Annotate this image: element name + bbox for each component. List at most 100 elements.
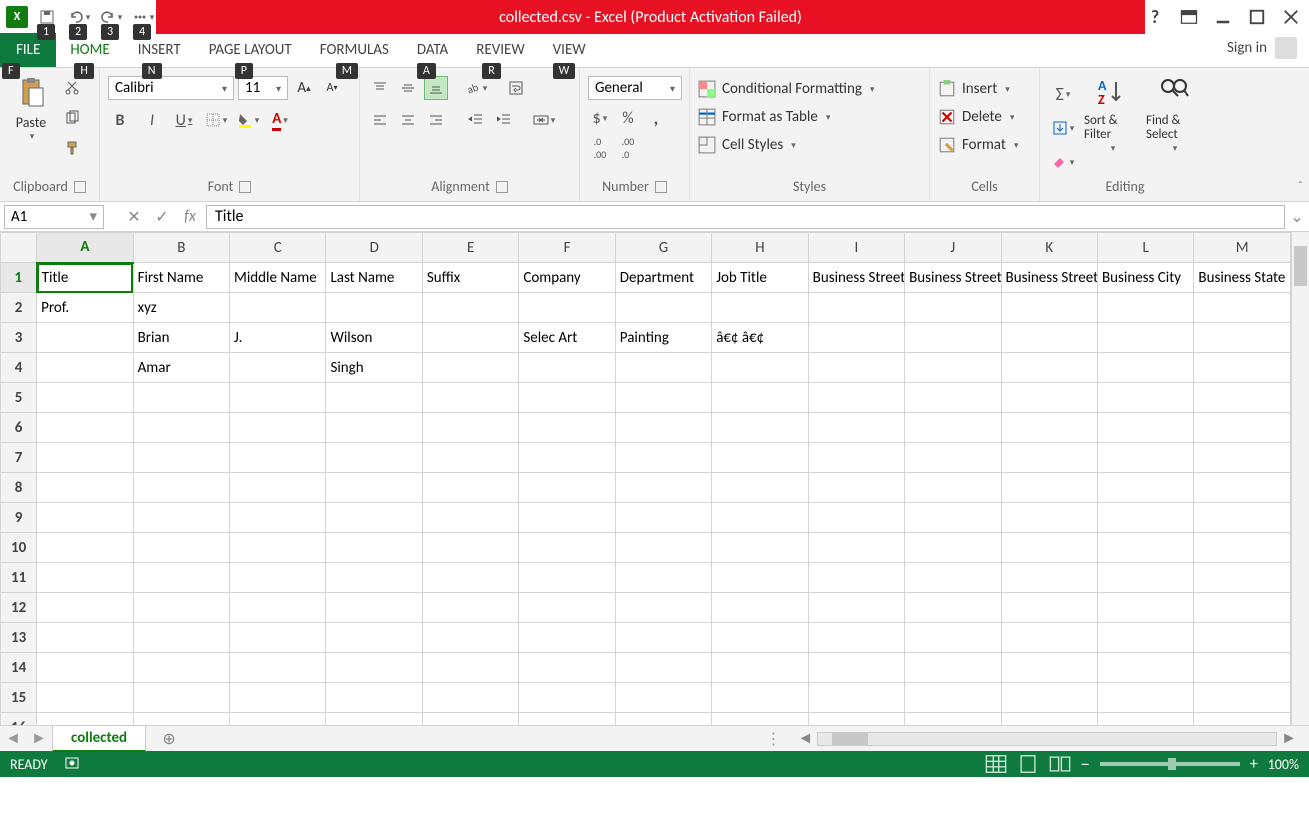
cell[interactable] [1001,503,1097,533]
cell[interactable] [712,473,808,503]
cell[interactable]: Prof. [37,293,133,323]
column-header[interactable]: K [1001,233,1097,263]
cell[interactable] [905,713,1001,726]
zoom-level[interactable]: 100% [1268,756,1299,773]
cell[interactable] [808,293,904,323]
cell[interactable] [230,443,326,473]
orientation-button[interactable]: ab▾ [464,76,488,100]
percent-format-button[interactable]: % [616,106,640,130]
zoom-out-button[interactable]: − [1081,753,1090,775]
cell[interactable] [230,683,326,713]
cell[interactable] [712,443,808,473]
column-header[interactable]: A [37,233,133,263]
cell[interactable] [422,533,518,563]
cell[interactable] [808,713,904,726]
cell[interactable] [133,473,229,503]
cell[interactable] [133,713,229,726]
cell[interactable] [37,683,133,713]
row-header[interactable]: 6 [1,413,37,443]
comma-format-button[interactable]: , [644,106,668,130]
cell[interactable] [808,353,904,383]
cell[interactable] [519,533,615,563]
cell[interactable] [1194,593,1291,623]
cell[interactable] [1194,413,1291,443]
cell[interactable] [519,353,615,383]
number-dialog-launcher[interactable] [655,181,667,193]
cell[interactable] [1097,293,1193,323]
cell[interactable]: Suffix [422,263,518,293]
help-button[interactable]: ? [1145,7,1165,27]
tab-view[interactable]: VIEWW [539,33,600,67]
cell[interactable] [712,623,808,653]
cell[interactable] [37,353,133,383]
cell[interactable] [808,623,904,653]
cell[interactable] [808,503,904,533]
column-header[interactable]: F [519,233,615,263]
cell[interactable] [615,353,711,383]
cell[interactable] [422,623,518,653]
cell[interactable] [1097,383,1193,413]
cell[interactable] [905,323,1001,353]
cell[interactable] [326,533,422,563]
increase-indent-button[interactable] [492,108,516,132]
autosum-button[interactable]: Σ▾ [1048,82,1078,106]
cell[interactable]: Title [37,263,133,293]
cell[interactable]: Company [519,263,615,293]
cell[interactable] [1097,473,1193,503]
cell[interactable] [133,533,229,563]
cut-button[interactable] [60,76,84,100]
bold-button[interactable]: B [108,108,132,132]
cell[interactable] [808,473,904,503]
cell[interactable] [519,443,615,473]
cell[interactable] [712,653,808,683]
cell[interactable] [133,563,229,593]
cell[interactable] [519,623,615,653]
cell[interactable] [230,713,326,726]
cell[interactable] [230,533,326,563]
cell[interactable] [519,713,615,726]
cell[interactable] [1097,503,1193,533]
row-header[interactable]: 15 [1,683,37,713]
cell[interactable] [1097,623,1193,653]
cell[interactable] [905,413,1001,443]
merge-center-button[interactable]: ▾ [532,108,556,132]
font-name-combo[interactable]: Calibri▾ [108,76,234,100]
cell[interactable] [326,473,422,503]
cell[interactable] [1097,323,1193,353]
cell[interactable] [905,623,1001,653]
column-header[interactable]: E [422,233,518,263]
cell[interactable] [712,353,808,383]
cell[interactable] [37,623,133,653]
cell[interactable] [326,623,422,653]
column-header[interactable]: B [133,233,229,263]
cell[interactable] [808,593,904,623]
minimize-button[interactable] [1213,7,1233,27]
cell[interactable] [1097,533,1193,563]
cell[interactable] [519,473,615,503]
tab-page-layout[interactable]: PAGE LAYOUTP [195,33,306,67]
cell[interactable] [230,593,326,623]
cell[interactable] [1194,323,1291,353]
font-dialog-launcher[interactable] [239,181,251,193]
column-header[interactable]: M [1194,233,1291,263]
cell[interactable] [615,293,711,323]
cell[interactable] [615,443,711,473]
row-header[interactable]: 9 [1,503,37,533]
cell[interactable] [712,503,808,533]
cell[interactable] [615,473,711,503]
cell[interactable] [1001,413,1097,443]
font-color-button[interactable]: A▾ [268,108,292,132]
tab-formulas[interactable]: FORMULASM [306,33,403,67]
fx-icon[interactable]: fx [178,205,202,229]
cell[interactable] [712,533,808,563]
qat-customize[interactable]: ▾4 [130,4,156,30]
row-header[interactable]: 7 [1,443,37,473]
cell[interactable] [1001,383,1097,413]
cell[interactable] [326,653,422,683]
cancel-formula-icon[interactable]: ✕ [122,205,146,229]
increase-font-icon[interactable]: A▴ [292,76,316,100]
cell[interactable] [808,653,904,683]
column-header[interactable]: C [230,233,326,263]
cell[interactable] [422,323,518,353]
cell[interactable] [230,383,326,413]
